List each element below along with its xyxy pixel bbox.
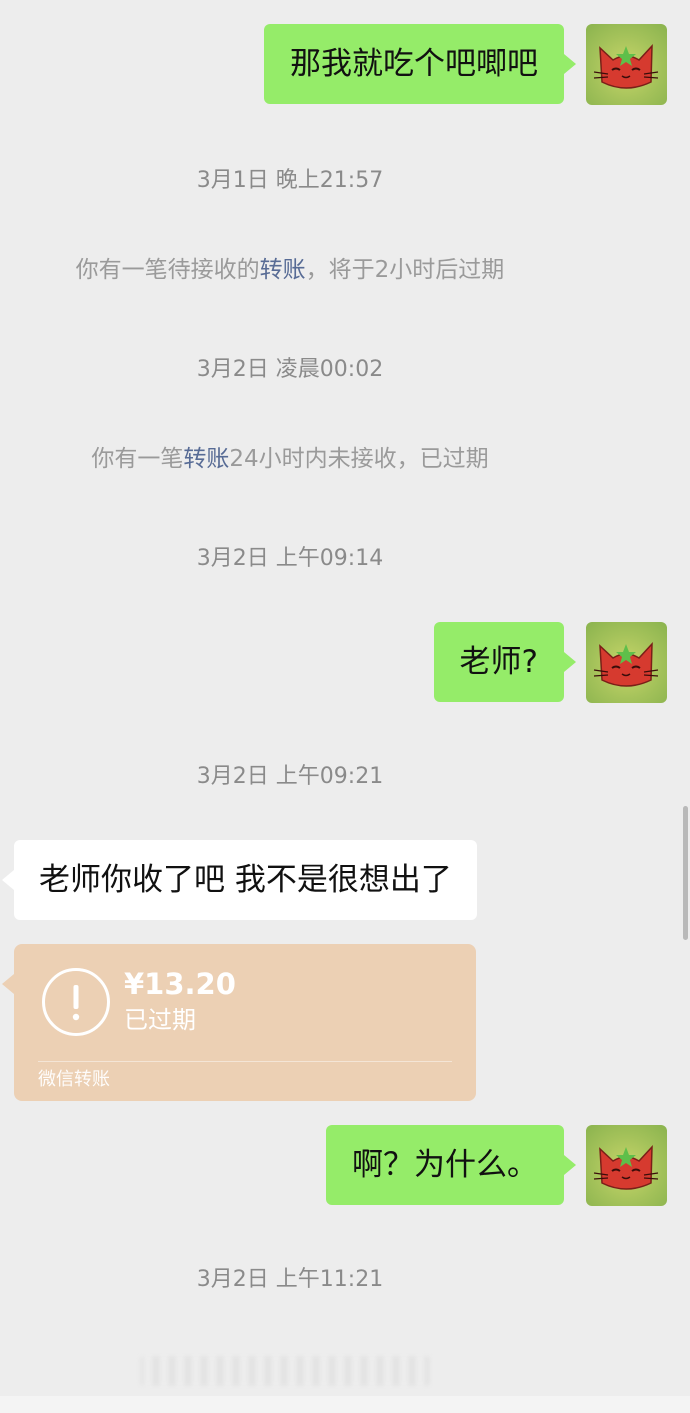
system-notice-text: 你有一笔 [91, 446, 184, 472]
system-notice-text: ，将于2小时后过期 [305, 257, 505, 283]
user-avatar[interactable] [586, 1125, 667, 1206]
blurred-content [140, 1356, 430, 1386]
transfer-link[interactable]: 转账 [183, 446, 229, 472]
system-notice: 你有一笔转账24小时内未接收，已过期 [0, 443, 635, 475]
red-cat-avatar-icon [593, 1145, 659, 1190]
timestamp: 3月1日 晚上21:57 [196, 168, 384, 193]
user-avatar[interactable] [586, 622, 667, 703]
outgoing-message-bubble[interactable]: 那我就吃个吧唧吧 [264, 24, 576, 104]
timestamp: 3月2日 上午09:21 [196, 764, 384, 789]
transfer-amount: ¥13.20 [124, 967, 236, 1001]
system-notice-text: 24小时内未接收，已过期 [229, 446, 489, 472]
incoming-message-bubble[interactable]: 老师你收了吧 我不是很想出了 [2, 840, 477, 920]
timestamp: 3月2日 凌晨00:02 [196, 357, 384, 382]
system-notice: 你有一笔待接收的转账，将于2小时后过期 [0, 254, 635, 286]
transfer-card[interactable]: ¥13.20 已过期 微信转账 [2, 944, 476, 1101]
user-avatar[interactable] [586, 24, 667, 105]
divider [38, 1061, 452, 1062]
timestamp: 3月2日 上午09:14 [196, 546, 384, 571]
red-cat-avatar-icon [593, 642, 659, 687]
scrollbar[interactable] [683, 806, 688, 940]
timestamp: 3月2日 上午11:21 [196, 1267, 384, 1292]
bottom-edge [0, 1396, 690, 1413]
transfer-footer-label: 微信转账 [38, 1069, 110, 1090]
outgoing-message-bubble[interactable]: 老师? [433, 622, 577, 702]
system-notice-text: 你有一笔待接收的 [75, 257, 260, 283]
exclamation-circle-icon [42, 968, 110, 1036]
chat-view: 那我就吃个吧唧吧 3月1日 晚上21:57 你有一笔待接收的转账，将于2小时后过… [0, 0, 690, 1413]
transfer-link[interactable]: 转账 [260, 257, 306, 283]
red-cat-avatar-icon [593, 44, 659, 89]
outgoing-message-bubble[interactable]: 啊？为什么。 [326, 1125, 576, 1205]
transfer-status: 已过期 [124, 1006, 196, 1034]
